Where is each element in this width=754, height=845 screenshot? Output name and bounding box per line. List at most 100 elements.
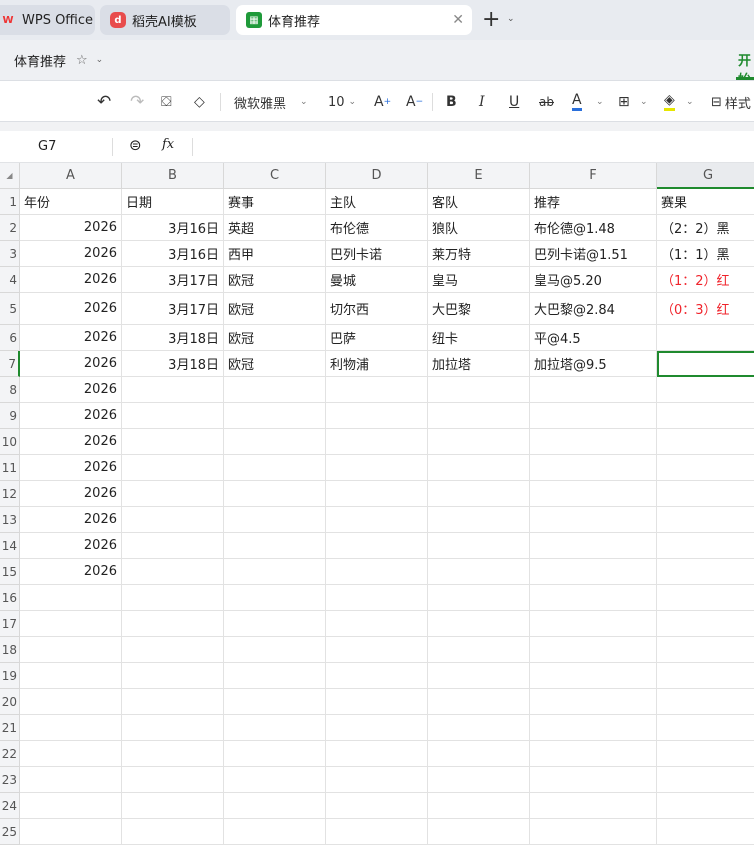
table-cell[interactable] — [326, 455, 428, 481]
table-cell[interactable] — [20, 715, 122, 741]
table-cell[interactable] — [326, 819, 428, 845]
table-cell[interactable] — [657, 429, 754, 455]
table-cell[interactable]: （2：2）黑 — [657, 215, 754, 241]
table-cell[interactable] — [428, 377, 530, 403]
table-cell[interactable] — [122, 533, 224, 559]
table-cell[interactable] — [122, 611, 224, 637]
row-header-23[interactable]: 23 — [0, 767, 20, 793]
table-cell[interactable] — [530, 741, 657, 767]
table-cell[interactable]: （0：3）红 — [657, 293, 754, 325]
table-cell[interactable] — [657, 767, 754, 793]
table-cell[interactable] — [530, 429, 657, 455]
row-header-18[interactable]: 18 — [0, 637, 20, 663]
table-cell[interactable] — [428, 533, 530, 559]
table-cell[interactable] — [224, 741, 326, 767]
table-cell[interactable]: 纽卡 — [428, 325, 530, 351]
table-cell[interactable]: 2026 — [20, 267, 122, 293]
table-cell[interactable] — [20, 611, 122, 637]
new-tab-plus-icon[interactable]: + — [482, 7, 500, 32]
row-header-13[interactable]: 13 — [0, 507, 20, 533]
table-cell[interactable]: 3月17日 — [122, 293, 224, 325]
table-cell[interactable] — [224, 689, 326, 715]
table-cell[interactable] — [122, 793, 224, 819]
font-color-icon[interactable]: A — [572, 91, 582, 111]
table-cell[interactable]: 加拉塔@9.5 — [530, 351, 657, 377]
table-cell[interactable] — [428, 689, 530, 715]
chevron-down-icon[interactable]: ⌄ — [507, 14, 515, 24]
table-cell[interactable]: 巴列卡诺 — [326, 241, 428, 267]
table-cell[interactable]: 2026 — [20, 241, 122, 267]
tab-sports[interactable]: ▦ 体育推荐 ✕ — [236, 5, 472, 35]
table-cell[interactable] — [326, 403, 428, 429]
table-cell[interactable] — [326, 533, 428, 559]
table-cell[interactable] — [428, 429, 530, 455]
table-cell[interactable] — [657, 325, 754, 351]
chevron-down-icon[interactable]: ⌄ — [640, 91, 648, 113]
table-cell[interactable]: 3月18日 — [122, 325, 224, 351]
star-icon[interactable]: ☆ — [76, 53, 88, 68]
table-cell[interactable] — [530, 819, 657, 845]
table-cell[interactable] — [326, 429, 428, 455]
table-cell[interactable] — [224, 637, 326, 663]
table-cell[interactable] — [530, 793, 657, 819]
column-title-cell[interactable]: 赛果 — [657, 189, 754, 215]
table-cell[interactable] — [224, 377, 326, 403]
table-cell[interactable]: 2026 — [20, 325, 122, 351]
table-cell[interactable]: 巴萨 — [326, 325, 428, 351]
row-header-15[interactable]: 15 — [0, 559, 20, 585]
table-cell[interactable]: 2026 — [20, 377, 122, 403]
table-cell[interactable]: 欧冠 — [224, 351, 326, 377]
row-header-21[interactable]: 21 — [0, 715, 20, 741]
table-cell[interactable]: 切尔西 — [326, 293, 428, 325]
table-cell[interactable] — [20, 793, 122, 819]
row-header-4[interactable]: 4 — [0, 267, 20, 293]
eraser-icon[interactable]: ◇ — [194, 91, 205, 113]
table-cell[interactable]: 3月16日 — [122, 215, 224, 241]
select-all-corner[interactable]: ◢ — [0, 163, 20, 189]
table-cell[interactable]: （1：2）红 — [657, 267, 754, 293]
table-cell[interactable] — [224, 819, 326, 845]
table-cell[interactable]: 西甲 — [224, 241, 326, 267]
table-cell[interactable] — [224, 715, 326, 741]
table-cell[interactable] — [224, 533, 326, 559]
table-cell[interactable] — [428, 663, 530, 689]
column-title-cell[interactable]: 赛事 — [224, 189, 326, 215]
table-cell[interactable]: 2026 — [20, 481, 122, 507]
italic-icon[interactable]: I — [479, 91, 485, 113]
column-header-A[interactable]: A — [20, 163, 122, 189]
table-cell[interactable]: 平@4.5 — [530, 325, 657, 351]
table-cell[interactable] — [326, 741, 428, 767]
table-cell[interactable] — [122, 585, 224, 611]
table-cell[interactable]: 利物浦 — [326, 351, 428, 377]
table-cell[interactable]: （1：1）黑 — [657, 241, 754, 267]
table-cell[interactable] — [428, 741, 530, 767]
table-cell[interactable] — [20, 663, 122, 689]
row-header-8[interactable]: 8 — [0, 377, 20, 403]
table-cell[interactable] — [428, 767, 530, 793]
table-cell[interactable] — [326, 481, 428, 507]
table-cell[interactable] — [224, 507, 326, 533]
table-cell[interactable] — [530, 455, 657, 481]
table-cell[interactable]: 2026 — [20, 455, 122, 481]
redo-icon[interactable]: ↷ — [130, 91, 144, 113]
table-cell[interactable] — [326, 793, 428, 819]
table-cell[interactable] — [657, 559, 754, 585]
font-size-select[interactable]: 10 ⌄ — [328, 91, 356, 113]
table-cell[interactable] — [657, 611, 754, 637]
table-cell[interactable]: 欧冠 — [224, 325, 326, 351]
table-cell[interactable]: 皇马 — [428, 267, 530, 293]
table-cell[interactable] — [428, 819, 530, 845]
table-cell[interactable] — [657, 403, 754, 429]
name-box[interactable]: G7 — [38, 139, 56, 154]
table-cell[interactable] — [224, 429, 326, 455]
table-cell[interactable] — [530, 585, 657, 611]
table-cell[interactable] — [326, 715, 428, 741]
table-cell[interactable] — [122, 559, 224, 585]
column-title-cell[interactable]: 主队 — [326, 189, 428, 215]
table-cell[interactable]: 2026 — [20, 215, 122, 241]
tab-docer[interactable]: d 稻壳AI模板 — [100, 5, 230, 35]
table-cell[interactable]: 英超 — [224, 215, 326, 241]
table-cell[interactable] — [122, 715, 224, 741]
table-cell[interactable] — [224, 455, 326, 481]
table-cell[interactable]: 曼城 — [326, 267, 428, 293]
